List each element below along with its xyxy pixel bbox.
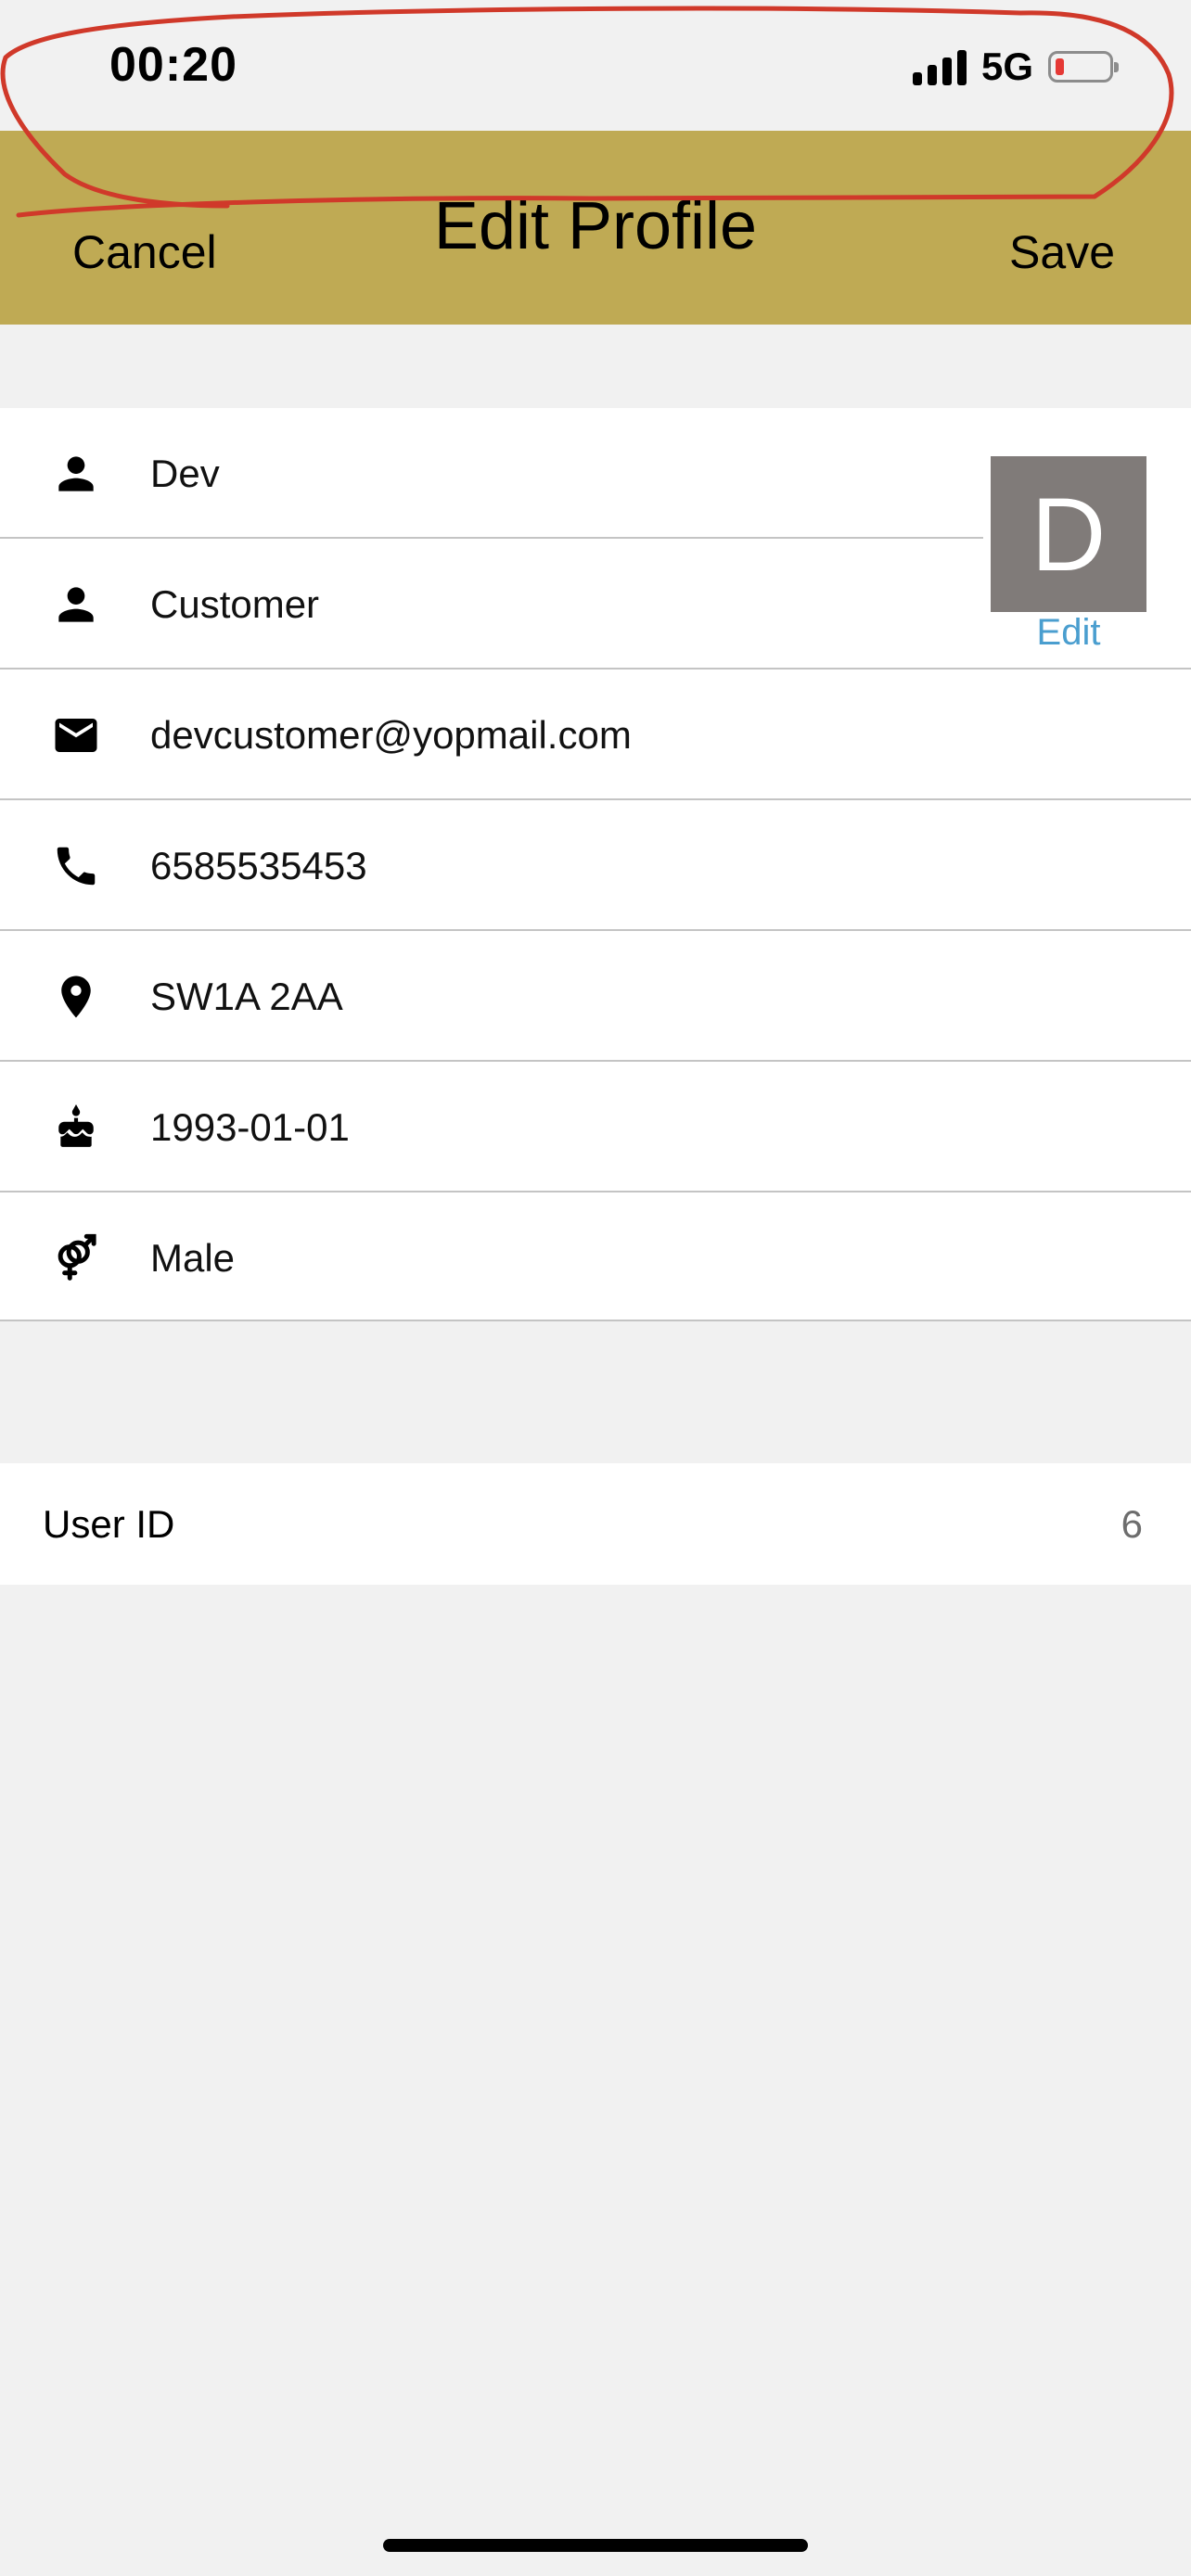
postcode-value[interactable]: SW1A 2AA [150,975,343,1019]
status-time: 00:20 [109,38,237,92]
status-bar: 00:20 5G [0,0,1191,131]
status-indicators: 5G [912,45,1119,89]
first-name-value[interactable]: Dev [150,452,220,496]
gender-value[interactable]: Male [150,1236,235,1281]
edit-avatar-button[interactable]: Edit [991,612,1146,654]
cake-icon [48,1100,104,1155]
user-id-label: User ID [43,1502,175,1546]
avatar[interactable]: D [991,456,1146,612]
user-id-row: User ID 6 [0,1463,1191,1585]
gender-icon [48,1231,104,1286]
birthday-value[interactable]: 1993-01-01 [150,1105,350,1150]
postcode-field[interactable]: SW1A 2AA [0,931,1191,1062]
phone-icon [48,838,104,894]
navigation-bar: Cancel Edit Profile Save [0,131,1191,325]
email-icon [48,708,104,763]
person-icon [48,446,104,502]
home-indicator[interactable] [383,2539,808,2552]
user-id-value: 6 [1121,1502,1143,1546]
signal-bars-icon [912,48,967,85]
divider [0,1320,1191,1321]
battery-low-icon [1048,51,1119,83]
phone-field[interactable]: 6585535453 [0,800,1191,931]
last-name-value[interactable]: Customer [150,582,319,627]
email-value[interactable]: devcustomer@yopmail.com [150,713,632,758]
phone-value[interactable]: 6585535453 [150,844,367,888]
person-icon [48,577,104,632]
location-pin-icon [48,969,104,1025]
birthday-field[interactable]: 1993-01-01 [0,1062,1191,1192]
network-label: 5G [980,45,1033,88]
email-field[interactable]: devcustomer@yopmail.com [0,670,1191,800]
gender-field[interactable]: Male [0,1192,1191,1323]
save-button[interactable]: Save [1009,225,1115,279]
